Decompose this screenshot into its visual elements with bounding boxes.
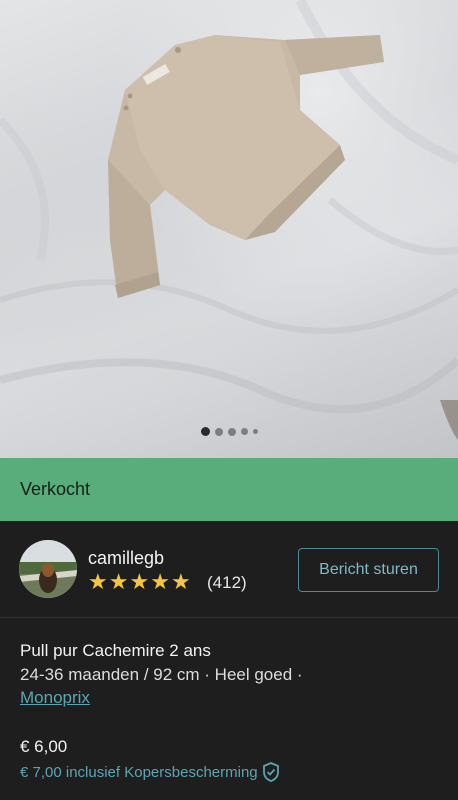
star-icon: ★ bbox=[108, 569, 129, 594]
avatar-image bbox=[19, 540, 77, 598]
sold-status-label: Verkocht bbox=[20, 479, 91, 499]
seller-username[interactable]: camillegb bbox=[88, 548, 164, 569]
brand-link[interactable]: Monoprix bbox=[20, 686, 90, 710]
shield-check-icon[interactable] bbox=[262, 762, 280, 782]
buyer-protection-label: € 7,00 inclusief Kopersbescherming bbox=[20, 763, 258, 781]
carousel-dot[interactable] bbox=[252, 429, 258, 434]
sweater-image bbox=[0, 0, 458, 440]
seller-section[interactable]: camillegb ★ ★ ★ ★ ★ (412) Bericht sturen bbox=[0, 521, 458, 618]
star-icon: ★ bbox=[129, 569, 150, 594]
carousel-dot[interactable] bbox=[227, 427, 236, 436]
carousel-dot[interactable] bbox=[214, 427, 223, 436]
sold-status-bar: Verkocht bbox=[0, 458, 458, 521]
item-price: € 6,00 bbox=[20, 737, 68, 756]
buyer-protection-price[interactable]: € 7,00 inclusief Kopersbescherming bbox=[20, 762, 280, 782]
star-icon: ★ bbox=[170, 569, 191, 594]
carousel-dot-active[interactable] bbox=[200, 427, 210, 436]
send-message-button[interactable]: Bericht sturen bbox=[298, 548, 439, 592]
avatar[interactable] bbox=[19, 540, 77, 598]
carousel-indicator bbox=[0, 427, 458, 436]
item-details: Pull pur Cachemire 2 ans 24-36 maanden /… bbox=[20, 640, 440, 710]
seller-rating: ★ ★ ★ ★ ★ bbox=[88, 571, 191, 593]
product-photo[interactable] bbox=[0, 0, 458, 458]
review-count[interactable]: (412) bbox=[207, 573, 247, 593]
item-title: Pull pur Cachemire 2 ans bbox=[20, 641, 211, 660]
star-icon: ★ bbox=[88, 569, 108, 594]
carousel-dot[interactable] bbox=[240, 428, 248, 435]
star-icon: ★ bbox=[150, 569, 170, 594]
item-meta: 24-36 maanden / 92 cm · Heel goed · bbox=[20, 665, 303, 684]
